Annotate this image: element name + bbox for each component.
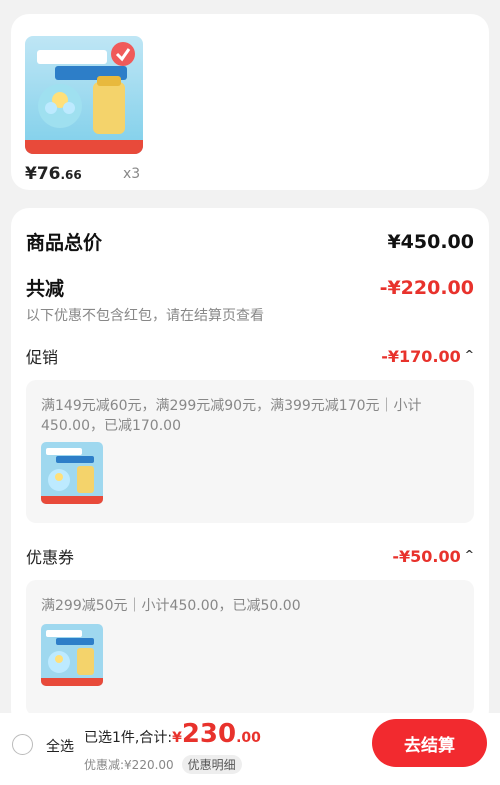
unit-price: ¥76.66 (25, 164, 82, 184)
coupon-label: 优惠券 (26, 548, 75, 567)
discount-detail-button[interactable]: 优惠明细 (181, 755, 242, 774)
promo-label: 促销 (26, 348, 59, 367)
promo-desc: 满149元减60元，满299元减90元，满399元减170元｜小计450.00，… (41, 398, 422, 434)
coupon-detail-box: 满299减50元｜小计450.00，已减50.00 (26, 580, 474, 716)
order-summary: 已选1件,合计: ¥ 230 .00 (84, 719, 261, 749)
total-label: 商品总价 (26, 232, 103, 254)
reduce-row: 共减 -¥220.00 (26, 274, 474, 301)
total-value: ¥450.00 (387, 230, 474, 253)
total-currency: ¥ (172, 730, 182, 746)
coupon-value: -¥50.00 (392, 546, 461, 566)
selected-text: 已选1件,合计: (84, 730, 173, 746)
promo-detail-box: 满149元减60元，满299元减90元，满399元减170元｜小计450.00，… (26, 380, 474, 523)
discount-note: 以下优惠不包含红包，请在结算页查看 (26, 308, 264, 324)
coupon-product-thumb (41, 624, 103, 686)
price-detail-card: 商品总价 ¥450.00 共减 -¥220.00 以下优惠不包含红包，请在结算页… (11, 208, 489, 728)
select-all-radio[interactable] (12, 734, 33, 755)
chevron-up-icon[interactable]: ^ (465, 348, 474, 361)
checkout-button[interactable]: 去结算 (372, 719, 487, 767)
checkout-bar: 全选 已选1件,合计: ¥ 230 .00 优惠减:¥220.00 优惠明细 去… (0, 713, 500, 785)
total-amount: 230 (181, 719, 237, 749)
total-decimal: .00 (236, 730, 261, 746)
reduce-label: 共减 (26, 278, 65, 300)
product-image[interactable] (25, 36, 143, 154)
chevron-up-icon[interactable]: ^ (465, 548, 474, 561)
total-row: 商品总价 ¥450.00 (26, 228, 474, 255)
promo-product-thumb (41, 442, 103, 504)
reduce-value: -¥220.00 (379, 276, 474, 299)
quantity: x3 (123, 166, 141, 182)
coupon-row[interactable]: 优惠券 -¥50.00 ^ (26, 544, 474, 568)
coupon-desc: 满299减50元｜小计450.00，已减50.00 (41, 598, 301, 614)
discount-line: 优惠减:¥220.00 优惠明细 (84, 755, 242, 774)
select-all-label[interactable]: 全选 (46, 736, 74, 756)
discount-text: 优惠减:¥220.00 (84, 758, 174, 772)
cart-item-card: ¥76.66 x3 (11, 14, 489, 190)
promo-row[interactable]: 促销 -¥170.00 ^ (26, 344, 474, 368)
promo-value: -¥170.00 (381, 346, 461, 366)
